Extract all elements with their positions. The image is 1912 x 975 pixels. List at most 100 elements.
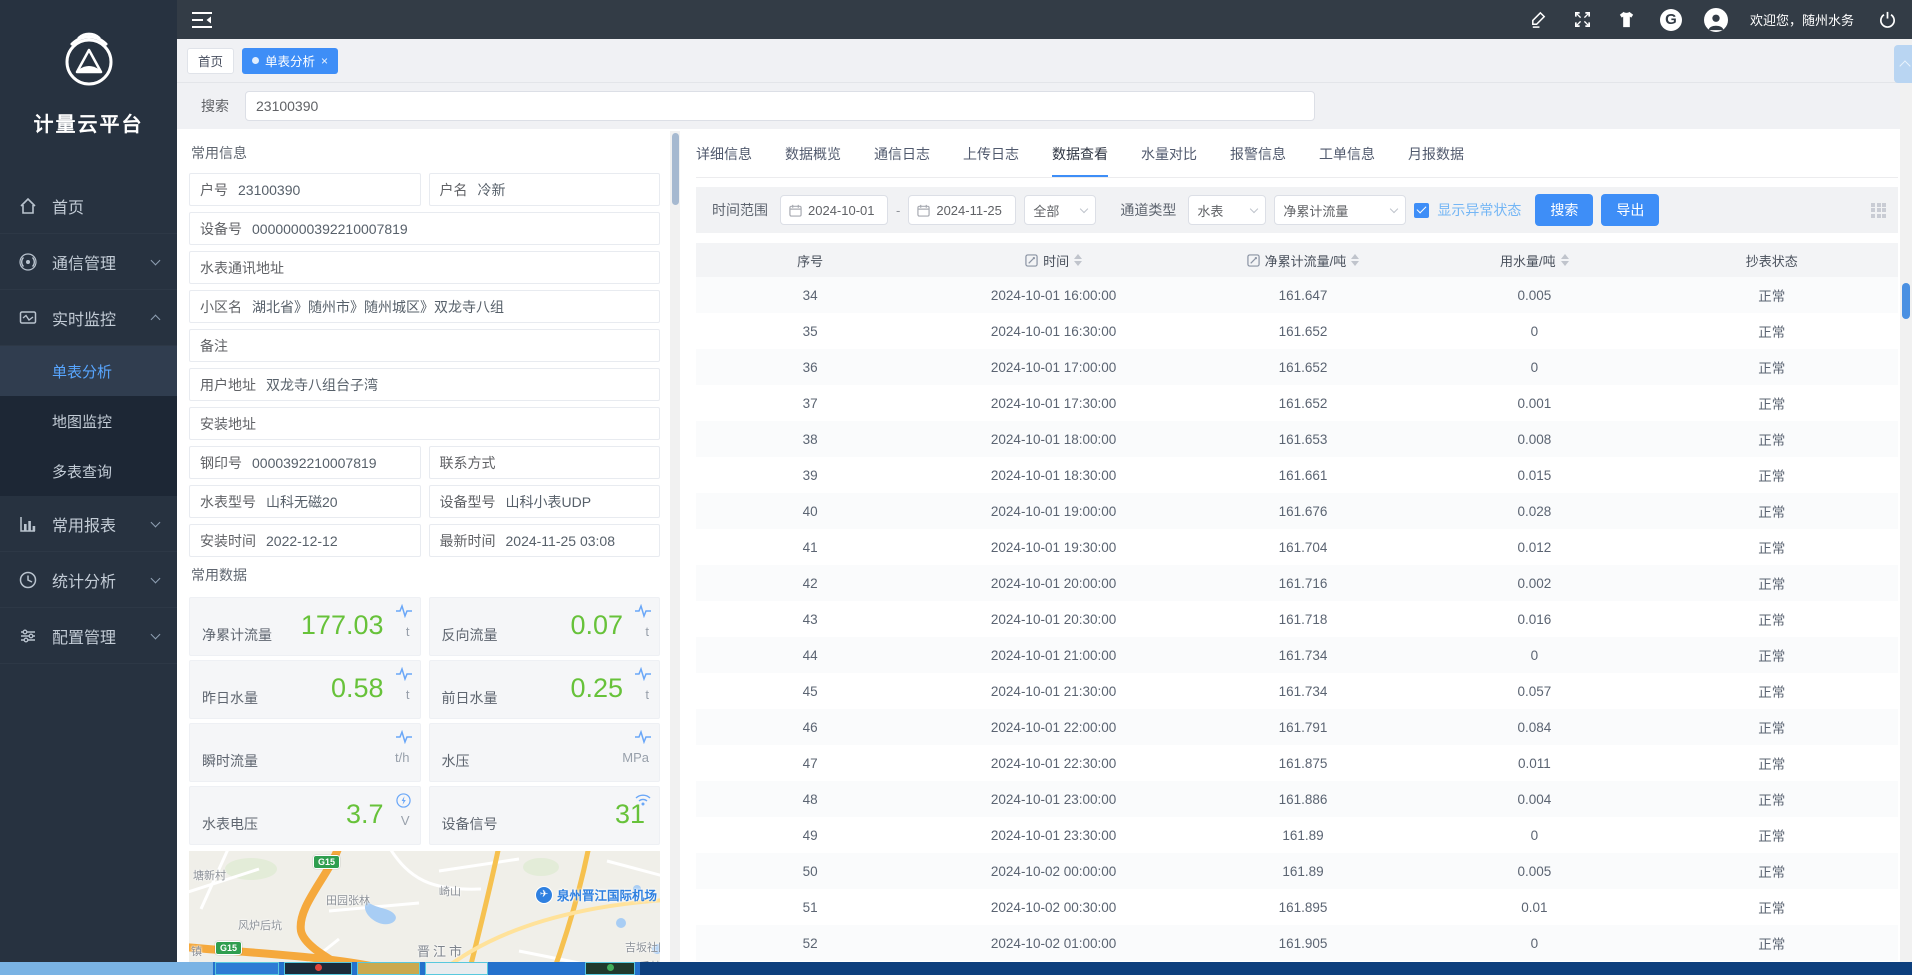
sidebar-item-config[interactable]: 配置管理 [0, 608, 177, 664]
cell-usage: 0.028 [1423, 493, 1645, 529]
tab-water-compare[interactable]: 水量对比 [1141, 144, 1197, 177]
cell-time: 2024-10-01 21:00:00 [924, 637, 1182, 673]
power-icon[interactable] [1876, 9, 1898, 31]
tab-home[interactable]: 首页 [187, 48, 234, 74]
collapse-menu-icon[interactable] [191, 11, 213, 29]
table-row[interactable]: 46 2024-10-01 22:00:00 161.791 0.084 正常 [696, 709, 1898, 745]
airport-marker[interactable]: ✈ 泉州晋江国际机场 [535, 885, 657, 904]
main-area: 首页 单表分析 × 搜索 常用信息 户号 23100390 [177, 39, 1912, 975]
column-header-net-flow[interactable]: 净累计流量/吨 [1183, 243, 1423, 277]
channel-type-label: 通道类型 [1120, 200, 1176, 220]
show-abnormal-checkbox[interactable] [1414, 203, 1429, 218]
g-translate-icon[interactable]: G [1660, 9, 1682, 31]
sort-icon[interactable] [1561, 254, 1569, 266]
tab-data-view[interactable]: 数据查看 [1052, 144, 1108, 177]
sidebar-item-label: 首页 [52, 194, 159, 218]
export-button[interactable]: 导出 [1601, 194, 1659, 226]
scrollbar-thumb[interactable] [672, 133, 679, 205]
show-abnormal-label[interactable]: 显示异常状态 [1437, 200, 1521, 220]
table-row[interactable]: 49 2024-10-01 23:30:00 161.89 0 正常 [696, 817, 1898, 853]
table-row[interactable]: 50 2024-10-02 00:00:00 161.89 0.005 正常 [696, 853, 1898, 889]
taskbar-window-thumbnail[interactable] [284, 962, 352, 975]
tab-single-meter-analysis[interactable]: 单表分析 × [242, 48, 338, 74]
cell-usage: 0.008 [1423, 421, 1645, 457]
sidebar-item-single-meter-analysis[interactable]: 单表分析 [0, 346, 177, 396]
table-row[interactable]: 45 2024-10-01 21:30:00 161.734 0.057 正常 [696, 673, 1898, 709]
table-row[interactable]: 52 2024-10-02 01:00:00 161.905 0 正常 [696, 925, 1898, 961]
taskbar-window-thumbnail[interactable] [357, 962, 420, 975]
tab-data-overview[interactable]: 数据概览 [785, 144, 841, 177]
metric-select[interactable]: 净累计流量 [1274, 195, 1406, 225]
table-row[interactable]: 41 2024-10-01 19:30:00 161.704 0.012 正常 [696, 529, 1898, 565]
table-row[interactable]: 35 2024-10-01 16:30:00 161.652 0 正常 [696, 313, 1898, 349]
table-row[interactable]: 34 2024-10-01 16:00:00 161.647 0.005 正常 [696, 277, 1898, 313]
sidebar-item-common-reports[interactable]: 常用报表 [0, 496, 177, 552]
back-to-top-button[interactable] [1894, 45, 1912, 83]
table-row[interactable]: 48 2024-10-01 23:00:00 161.886 0.004 正常 [696, 781, 1898, 817]
table-row[interactable]: 40 2024-10-01 19:00:00 161.676 0.028 正常 [696, 493, 1898, 529]
cell-usage: 0.001 [1423, 385, 1645, 421]
channel-select[interactable]: 水表 [1188, 195, 1266, 225]
granularity-select[interactable]: 全部 [1024, 195, 1096, 225]
close-icon[interactable]: × [321, 54, 328, 68]
field-account: 户号 23100390 [189, 173, 421, 206]
table-row[interactable]: 36 2024-10-01 17:00:00 161.652 0 正常 [696, 349, 1898, 385]
sidebar-item-map-monitor[interactable]: 地图监控 [0, 396, 177, 446]
tab-upload-log[interactable]: 上传日志 [963, 144, 1019, 177]
sidebar-item-communication[interactable]: 通信管理 [0, 234, 177, 290]
sidebar-item-realtime-monitor[interactable]: 实时监控 [0, 290, 177, 346]
sidebar-item-multi-meter-query[interactable]: 多表查询 [0, 446, 177, 496]
date-from-input[interactable]: 2024-10-01 [780, 195, 888, 225]
search-input[interactable] [245, 91, 1315, 121]
sidebar-item-statistics[interactable]: 统计分析 [0, 552, 177, 608]
scrollbar-thumb[interactable] [1902, 283, 1910, 319]
cell-usage: 0 [1423, 817, 1645, 853]
column-header-seq[interactable]: 序号 [696, 243, 924, 277]
cell-time: 2024-10-01 17:00:00 [924, 349, 1182, 385]
cell-usage: 0.002 [1423, 565, 1645, 601]
taskbar-window-thumbnail[interactable] [585, 962, 635, 975]
sidebar-item-home[interactable]: 首页 [0, 178, 177, 234]
edit-icon[interactable] [1528, 9, 1550, 31]
avatar[interactable] [1704, 8, 1728, 32]
cell-net-flow: 161.704 [1183, 529, 1423, 565]
column-header-usage[interactable]: 用水量/吨 [1423, 243, 1645, 277]
table-row[interactable]: 39 2024-10-01 18:30:00 161.661 0.015 正常 [696, 457, 1898, 493]
tab-monthly-report[interactable]: 月报数据 [1408, 144, 1464, 177]
tab-work-order[interactable]: 工单信息 [1319, 144, 1375, 177]
fullscreen-icon[interactable] [1572, 9, 1594, 31]
tab-detail-info[interactable]: 详细信息 [696, 144, 752, 177]
column-settings-icon[interactable] [1871, 203, 1886, 218]
location-map[interactable]: 塘新村 田园张林 崎山 风炉后坑 晋江市 吉坂社区 后林 镇 霞村 G15 G1… [189, 851, 660, 975]
taskbar-window-thumbnail[interactable] [215, 962, 279, 975]
table-row[interactable]: 44 2024-10-01 21:00:00 161.734 0 正常 [696, 637, 1898, 673]
table-row[interactable]: 47 2024-10-01 22:30:00 161.875 0.011 正常 [696, 745, 1898, 781]
cell-seq: 38 [696, 421, 924, 457]
taskbar-window-thumbnail[interactable] [425, 962, 488, 975]
date-to-input[interactable]: 2024-11-25 [908, 195, 1016, 225]
tab-alarm-info[interactable]: 报警信息 [1230, 144, 1286, 177]
field-remark: 备注 [189, 329, 660, 362]
broadcast-icon [18, 252, 38, 272]
cell-usage: 0.011 [1423, 745, 1645, 781]
os-taskbar[interactable] [0, 962, 1912, 975]
theme-shirt-icon[interactable] [1616, 9, 1638, 31]
left-panel-scrollbar[interactable] [670, 131, 680, 975]
pulse-icon [396, 604, 412, 618]
table-row[interactable]: 37 2024-10-01 17:30:00 161.652 0.001 正常 [696, 385, 1898, 421]
column-header-time[interactable]: 时间 [924, 243, 1182, 277]
card-label: 水表电压 [202, 814, 258, 834]
search-button[interactable]: 搜索 [1535, 194, 1593, 226]
card-unit: t/h [395, 750, 409, 765]
tab-comm-log[interactable]: 通信日志 [874, 144, 930, 177]
cell-seq: 35 [696, 313, 924, 349]
sidebar: 计量云平台 首页 通信管理 实时监控 [0, 0, 177, 975]
page-scrollbar[interactable] [1900, 39, 1912, 962]
table-row[interactable]: 38 2024-10-01 18:00:00 161.653 0.008 正常 [696, 421, 1898, 457]
column-header-status[interactable]: 抄表状态 [1646, 243, 1898, 277]
table-row[interactable]: 43 2024-10-01 20:30:00 161.718 0.016 正常 [696, 601, 1898, 637]
sort-icon[interactable] [1351, 254, 1359, 266]
table-row[interactable]: 51 2024-10-02 00:30:00 161.895 0.01 正常 [696, 889, 1898, 925]
table-row[interactable]: 42 2024-10-01 20:00:00 161.716 0.002 正常 [696, 565, 1898, 601]
sort-icon[interactable] [1074, 254, 1082, 266]
